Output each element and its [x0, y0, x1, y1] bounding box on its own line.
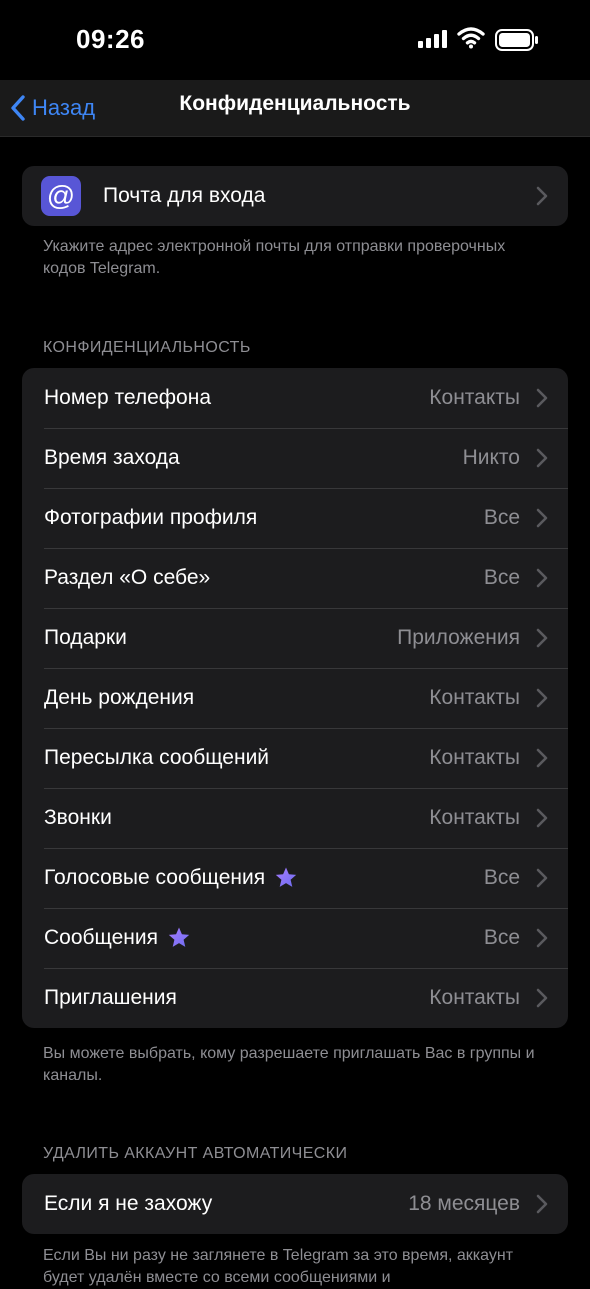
privacy-item-forwarded-messages[interactable]: Пересылка сообщений Контакты [22, 728, 568, 788]
row-value: Контакты [429, 686, 520, 709]
row-value: Контакты [429, 986, 520, 1009]
row-label-wrap: Сообщения [44, 926, 191, 950]
row-label: Приглашения [44, 986, 177, 1009]
navigation-bar: Назад Конфиденциальность [0, 80, 590, 137]
row-value: Контакты [429, 386, 520, 409]
delete-account-footnote: Если Вы ни разу не заглянете в Telegram … [43, 1247, 514, 1286]
privacy-item-phone-number[interactable]: Номер телефона Контакты [22, 368, 568, 428]
chevron-right-icon [536, 388, 548, 408]
chevron-right-icon [536, 868, 548, 888]
row-value: Контакты [429, 806, 520, 829]
wifi-icon [457, 27, 485, 49]
battery-icon [495, 29, 538, 51]
row-value: Все [483, 506, 520, 529]
row-label: Если я не захожу [44, 1192, 213, 1215]
row-label: Сообщения [44, 926, 158, 949]
login-email-card: @ Почта для входа [22, 166, 568, 226]
row-value: Приложения [397, 626, 520, 649]
at-sign-icon: @ [41, 176, 81, 216]
privacy-item-last-seen[interactable]: Время захода Никто [22, 428, 568, 488]
premium-star-icon [168, 927, 190, 947]
page-title: Конфиденциальность [179, 92, 411, 115]
row-label: Время захода [44, 446, 180, 469]
row-label: День рождения [44, 686, 195, 709]
row-label-wrap: Голосовые сообщения [44, 866, 298, 890]
row-label: Раздел «О себе» [44, 566, 211, 589]
privacy-card: Номер телефона Контакты Время захода Ник… [22, 368, 568, 1028]
chevron-right-icon [536, 988, 548, 1008]
privacy-item-voice-messages[interactable]: Голосовые сообщения Все [22, 848, 568, 908]
chevron-right-icon [536, 688, 548, 708]
row-value: Все [483, 866, 520, 889]
privacy-footnote: Вы можете выбрать, кому разрешаете пригл… [43, 1045, 535, 1084]
row-label: Фотографии профиля [44, 506, 258, 529]
delete-account-section-header: УДАЛИТЬ АККАУНТ АВТОМАТИЧЕСКИ [43, 1145, 348, 1162]
status-time: 09:26 [76, 24, 145, 54]
premium-star-icon [275, 867, 297, 887]
chevron-right-icon [536, 508, 548, 528]
row-label: Голосовые сообщения [44, 866, 266, 889]
chevron-right-icon [536, 1194, 548, 1214]
delete-account-row[interactable]: Если я не захожу 18 месяцев [22, 1174, 568, 1234]
chevron-right-icon [536, 628, 548, 648]
row-label: Подарки [44, 626, 127, 649]
row-label: Пересылка сообщений [44, 746, 270, 769]
row-label: Звонки [44, 806, 112, 829]
row-value: Никто [462, 446, 520, 469]
login-email-label: Почта для входа [103, 184, 266, 207]
chevron-right-icon [536, 568, 548, 588]
delete-account-card: Если я не захожу 18 месяцев [22, 1174, 568, 1234]
privacy-item-birthday[interactable]: День рождения Контакты [22, 668, 568, 728]
row-label: Номер телефона [44, 386, 212, 409]
login-email-footnote: Укажите адрес электронной почты для отпр… [43, 238, 506, 277]
chevron-right-icon [536, 928, 548, 948]
privacy-item-invites[interactable]: Приглашения Контакты [22, 968, 568, 1028]
login-email-row[interactable]: @ Почта для входа [22, 166, 568, 226]
cellular-signal-icon [418, 30, 447, 48]
privacy-section-header: КОНФИДЕНЦИАЛЬНОСТЬ [43, 339, 251, 356]
privacy-item-gifts[interactable]: Подарки Приложения [22, 608, 568, 668]
row-value: 18 месяцев [408, 1192, 520, 1215]
privacy-item-calls[interactable]: Звонки Контакты [22, 788, 568, 848]
row-value: Все [483, 566, 520, 589]
chevron-right-icon [536, 748, 548, 768]
privacy-item-messages[interactable]: Сообщения Все [22, 908, 568, 968]
chevron-right-icon [536, 186, 548, 206]
chevron-right-icon [536, 808, 548, 828]
status-bar: 09:26 [0, 0, 590, 80]
row-value: Контакты [429, 746, 520, 769]
row-value: Все [483, 926, 520, 949]
privacy-item-profile-photos[interactable]: Фотографии профиля Все [22, 488, 568, 548]
privacy-item-bio[interactable]: Раздел «О себе» Все [22, 548, 568, 608]
chevron-right-icon [536, 448, 548, 468]
